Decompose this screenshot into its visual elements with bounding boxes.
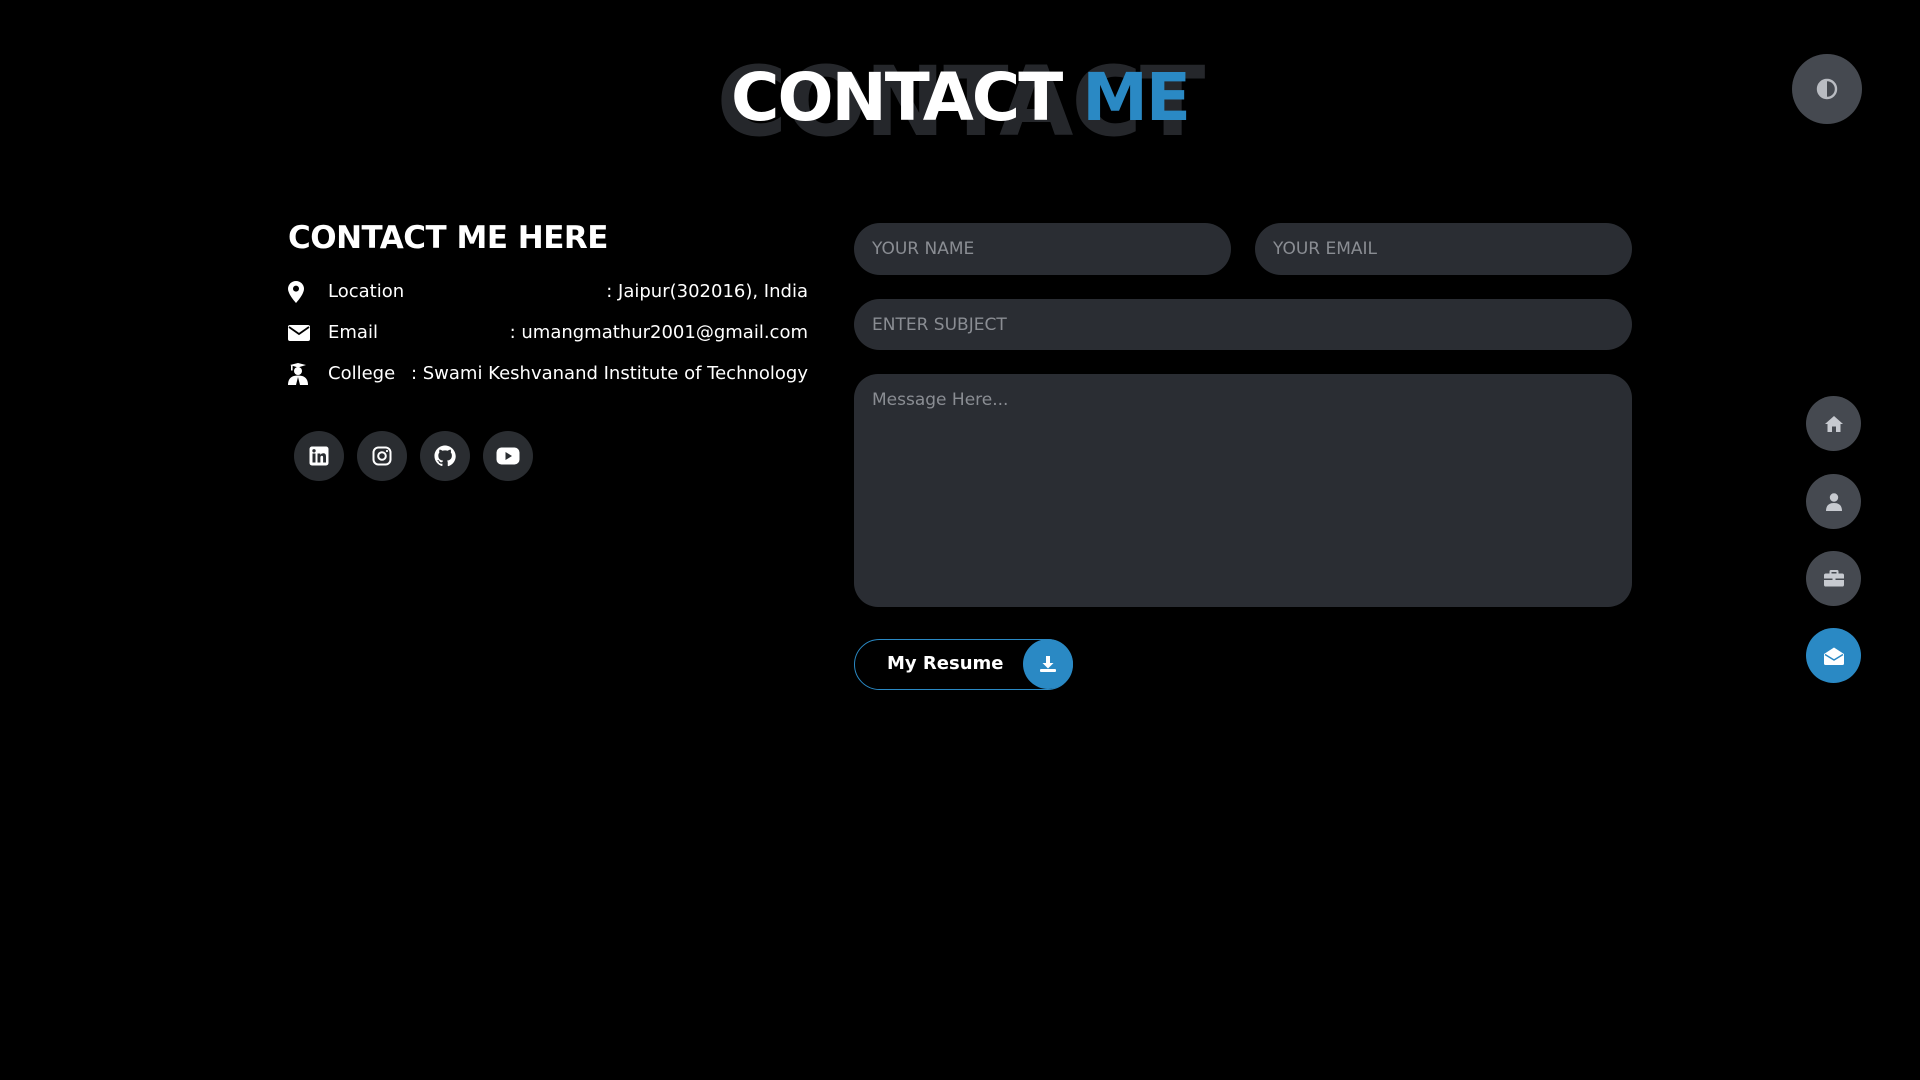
contact-info-heading: CONTACT ME HERE [288, 220, 608, 256]
page-title: CONTACT CONTACT ME [0, 40, 1920, 150]
info-value-email: : umangmathur2001@gmail.com [509, 322, 808, 343]
download-icon [1023, 639, 1073, 689]
info-row-email: Email : umangmathur2001@gmail.com [288, 312, 808, 353]
home-icon [1824, 415, 1843, 432]
info-value-location: : Jaipur(302016), India [606, 281, 808, 302]
half-circle-contrast-icon [1816, 78, 1838, 100]
envelope-icon [288, 324, 328, 341]
message-field[interactable] [854, 374, 1632, 607]
nav-about-button[interactable] [1806, 474, 1861, 529]
youtube-icon [496, 447, 520, 465]
title-word-me: ME [1082, 59, 1191, 136]
linkedin-link[interactable] [294, 431, 344, 481]
info-row-location: Location : Jaipur(302016), India [288, 271, 808, 312]
nav-portfolio-button[interactable] [1806, 551, 1861, 606]
name-field[interactable] [854, 223, 1231, 275]
title-text: CONTACT ME [0, 58, 1920, 138]
info-value-college: : Swami Keshvanand Institute of Technolo… [410, 363, 808, 384]
nav-home-button[interactable] [1806, 396, 1861, 451]
info-label-email: Email [328, 322, 378, 343]
info-label-college: College [328, 363, 396, 384]
info-label-location: Location [328, 281, 405, 302]
download-resume-button[interactable]: My Resume [854, 639, 1073, 690]
linkedin-icon [309, 446, 329, 466]
theme-toggle-button[interactable] [1792, 54, 1862, 124]
email-field[interactable] [1255, 223, 1632, 275]
title-word-contact: CONTACT [731, 59, 1063, 136]
graduate-icon [288, 362, 328, 385]
envelope-open-icon [1823, 647, 1844, 665]
github-icon [434, 445, 456, 467]
subject-field[interactable] [854, 299, 1632, 350]
briefcase-icon [1823, 570, 1844, 587]
instagram-icon [372, 446, 392, 466]
user-icon [1825, 492, 1842, 511]
map-pin-icon [288, 280, 328, 303]
info-row-college: College : Swami Keshvanand Institute of … [288, 353, 808, 394]
contact-info-panel: CONTACT ME HERE Location : Jaipur(302016… [288, 215, 808, 481]
nav-contact-button[interactable] [1806, 628, 1861, 683]
youtube-link[interactable] [483, 431, 533, 481]
resume-button-label: My Resume [887, 653, 1004, 674]
social-links [294, 431, 808, 481]
github-link[interactable] [420, 431, 470, 481]
instagram-link[interactable] [357, 431, 407, 481]
